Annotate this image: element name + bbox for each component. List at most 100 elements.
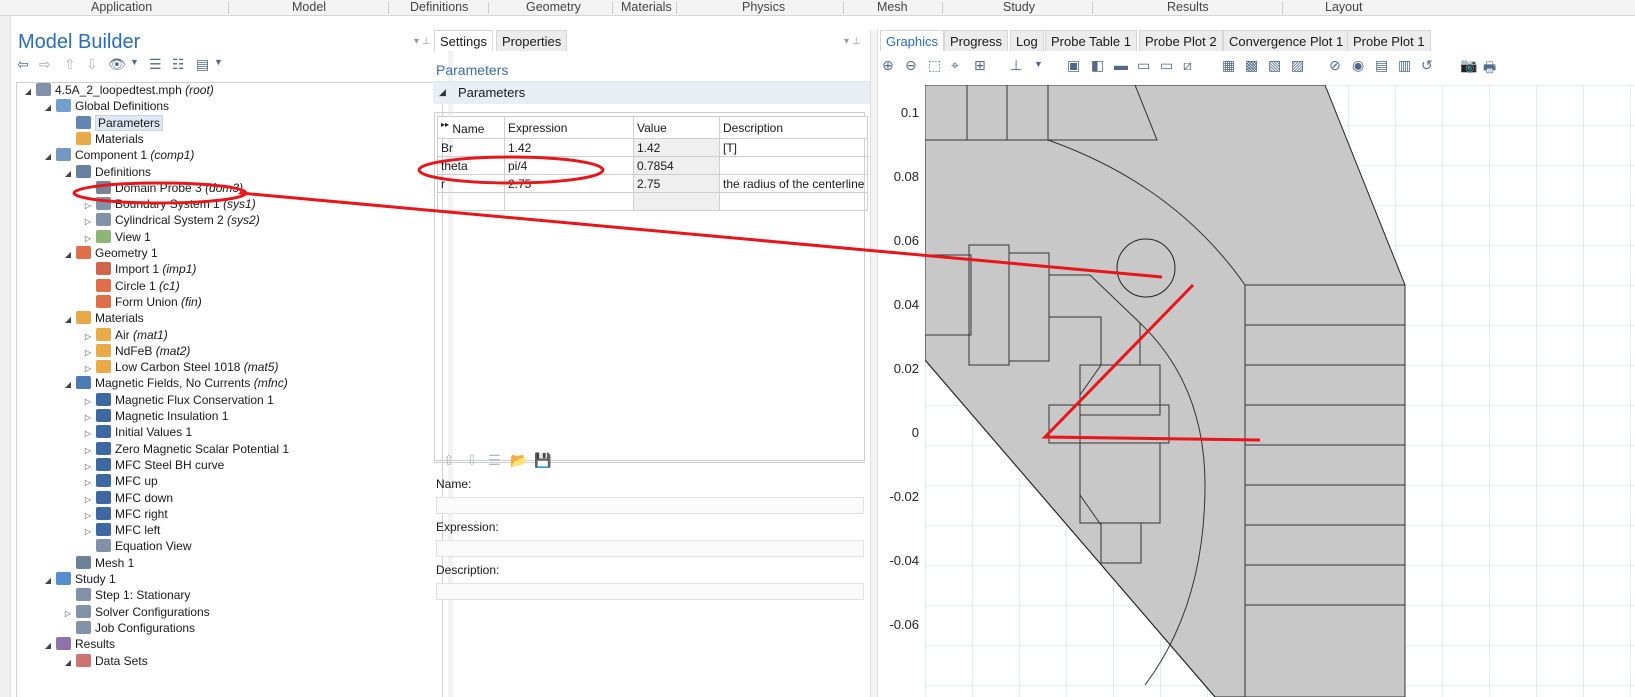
tab-probe-plot-2[interactable]: Probe Plot 2 bbox=[1139, 30, 1223, 51]
tree-item[interactable]: ▷ MFC Steel BH curve bbox=[83, 457, 224, 474]
build-icon[interactable]: ▦ bbox=[1222, 57, 1235, 74]
tree-item[interactable]: ▷ MFC left bbox=[83, 522, 160, 539]
table-row[interactable]: theta pi/4 0.7854 bbox=[437, 156, 869, 175]
collapse-all-icon[interactable]: ☰ bbox=[149, 56, 162, 73]
tree-item[interactable]: ▷ Solver Configurations bbox=[63, 604, 210, 621]
move-down-icon[interactable]: ⇩ bbox=[86, 56, 98, 73]
tab-probe-table-1[interactable]: Probe Table 1 bbox=[1045, 30, 1137, 51]
tree-item[interactable]: ▷ Initial Values 1 bbox=[83, 424, 192, 441]
open-folder-icon[interactable]: 📂 bbox=[510, 452, 527, 469]
tree-item[interactable]: Job Configurations bbox=[63, 620, 195, 637]
ribbon-tab-materials[interactable]: Materials bbox=[621, 0, 672, 14]
tree-item[interactable]: ▷ NdFeB (mat2) bbox=[83, 343, 190, 360]
move-up-icon[interactable]: ⇧ bbox=[64, 56, 76, 73]
param-expression[interactable]: 1.42 bbox=[504, 138, 634, 157]
print-icon[interactable]: 🖶 bbox=[1483, 57, 1496, 81]
delete-list-icon[interactable]: ☰ bbox=[488, 452, 501, 469]
expand-arrow-icon[interactable]: ◢ bbox=[63, 165, 73, 182]
table-row[interactable]: Br 1.42 1.42 [T] bbox=[437, 138, 869, 157]
tree-item[interactable]: Equation View bbox=[83, 538, 192, 555]
param-name[interactable]: r bbox=[437, 174, 505, 193]
tree-view-dropdown-icon[interactable]: ▼ bbox=[214, 57, 223, 67]
expand-arrow-icon[interactable]: ◢ bbox=[63, 311, 73, 328]
table-row[interactable]: r 2.75 2.75 the radius of the centerline bbox=[437, 174, 869, 193]
tree-item[interactable]: ▷ MFC right bbox=[83, 506, 168, 523]
panel-menu-icon[interactable]: ▾ ⊥ bbox=[414, 36, 431, 47]
tree-item[interactable]: ◢ Results bbox=[43, 636, 115, 653]
wireframe-icon[interactable]: ▧ bbox=[1268, 57, 1281, 74]
zoom-in-icon[interactable]: ⊕ bbox=[882, 57, 894, 74]
tree-item[interactable]: ▷ Air (mat1) bbox=[83, 327, 168, 344]
ribbon-tab-layout[interactable]: Layout bbox=[1325, 0, 1363, 14]
col-value[interactable]: Value bbox=[633, 116, 720, 139]
ribbon-tab-study[interactable]: Study bbox=[1003, 0, 1035, 14]
tree-item[interactable]: ◢ Geometry 1 bbox=[63, 245, 158, 262]
back-arrow-icon[interactable]: ⇦ bbox=[17, 56, 29, 73]
ribbon-tab-physics[interactable]: Physics bbox=[742, 0, 785, 14]
param-description[interactable]: the radius of the centerline bbox=[718, 174, 869, 193]
select-object-icon[interactable]: ▣ bbox=[1067, 57, 1080, 74]
zoom-selected-icon[interactable]: ⌖ bbox=[951, 57, 959, 74]
transparency-icon[interactable]: ▩ bbox=[1245, 57, 1258, 74]
tree-item[interactable]: ▷ Zero Magnetic Scalar Potential 1 bbox=[83, 441, 289, 458]
ribbon-tab-application[interactable]: Application bbox=[91, 0, 152, 14]
tree-item[interactable]: ◢ Materials bbox=[63, 310, 144, 327]
tree-item[interactable]: ▷ Magnetic Flux Conservation 1 bbox=[83, 392, 274, 409]
tree-view-icon[interactable]: ▤ bbox=[196, 56, 209, 73]
tree-item[interactable]: ▷ Cylindrical System 2 (sys2) bbox=[83, 212, 260, 229]
expand-arrow-icon[interactable]: ◢ bbox=[43, 148, 53, 165]
parameters-section-header[interactable]: ◢ Parameters bbox=[433, 81, 870, 104]
axis-icon[interactable]: ⊥ bbox=[1010, 57, 1022, 74]
grid-icon[interactable]: ▤ bbox=[1375, 57, 1388, 74]
param-expression[interactable]: pi/4 bbox=[504, 156, 634, 175]
param-expression[interactable]: 2.75 bbox=[504, 174, 634, 193]
scene-light-icon[interactable]: ▨ bbox=[1291, 57, 1304, 74]
param-description[interactable]: [T] bbox=[718, 138, 869, 157]
reset-icon[interactable]: ↺ bbox=[1421, 57, 1433, 74]
tab-progress[interactable]: Progress bbox=[944, 30, 1009, 51]
select-edge-icon[interactable]: ▭ bbox=[1137, 57, 1150, 74]
axis-dropdown-icon[interactable]: ▼ bbox=[1034, 59, 1043, 69]
show-icon[interactable]: 👁 bbox=[108, 56, 126, 73]
hide-icon[interactable]: ⧄ bbox=[1183, 57, 1192, 74]
tree-item[interactable]: ▷ MFC up bbox=[83, 473, 158, 490]
tree-item[interactable]: ▷ View 1 bbox=[83, 229, 151, 246]
zoom-box-icon[interactable]: ⬚ bbox=[928, 57, 941, 74]
name-field[interactable] bbox=[436, 497, 864, 514]
description-field[interactable] bbox=[436, 583, 864, 600]
ribbon-tab-definitions[interactable]: Definitions bbox=[410, 0, 468, 14]
tree-item[interactable]: ▷ Boundary System 1 (sys1) bbox=[83, 196, 256, 213]
select-boundary-icon[interactable]: ▬ bbox=[1114, 57, 1128, 73]
expand-arrow-icon[interactable]: ◢ bbox=[63, 654, 73, 671]
tree-item[interactable]: Step 1: Stationary bbox=[63, 587, 190, 604]
tree-item[interactable]: ◢ Study 1 bbox=[43, 571, 116, 588]
move-down-icon[interactable]: ⇩ bbox=[466, 452, 478, 469]
tree-item[interactable]: ▷ MFC down bbox=[83, 490, 173, 507]
expand-arrow-icon[interactable]: ◢ bbox=[23, 83, 33, 100]
tree-item[interactable]: ▷ Low Carbon Steel 1018 (mat5) bbox=[83, 359, 278, 376]
tab-probe-plot-1[interactable]: Probe Plot 1 bbox=[1347, 30, 1431, 51]
tab-convergence-plot-1[interactable]: Convergence Plot 1 bbox=[1223, 30, 1350, 51]
col-name[interactable]: ▸▸ Name bbox=[437, 116, 505, 139]
select-point-icon[interactable]: ▭ bbox=[1160, 57, 1173, 74]
tree-item[interactable]: ◢ Global Definitions bbox=[43, 98, 169, 115]
tree-item[interactable]: ◢ Data Sets bbox=[63, 653, 148, 670]
expand-arrow-icon[interactable]: ◢ bbox=[43, 99, 53, 116]
tab-log[interactable]: Log bbox=[1010, 30, 1044, 51]
camera-icon[interactable]: 📷 bbox=[1460, 57, 1477, 74]
move-up-icon[interactable]: ⇧ bbox=[443, 452, 455, 469]
tree-item[interactable]: Domain Probe 3 (dom3) bbox=[83, 180, 243, 197]
tree-item[interactable]: ◢ Definitions bbox=[63, 164, 151, 181]
show-dropdown-icon[interactable]: ▼ bbox=[130, 57, 139, 67]
expression-field[interactable] bbox=[436, 540, 864, 557]
tree-item[interactable]: ◢ Magnetic Fields, No Currents (mfnc) bbox=[63, 375, 288, 392]
ribbon-tab-results[interactable]: Results bbox=[1167, 0, 1209, 14]
render-icon[interactable]: ▥ bbox=[1398, 57, 1411, 74]
expand-arrow-icon[interactable]: ◢ bbox=[43, 572, 53, 589]
save-icon[interactable]: 💾 bbox=[534, 452, 551, 469]
expand-arrow-icon[interactable]: ◢ bbox=[63, 376, 73, 393]
param-name[interactable]: Br bbox=[437, 138, 505, 157]
zoom-extents-icon[interactable]: ⊞ bbox=[974, 57, 986, 74]
graphics-canvas[interactable] bbox=[925, 85, 1635, 697]
tab-graphics[interactable]: Graphics bbox=[880, 30, 945, 51]
